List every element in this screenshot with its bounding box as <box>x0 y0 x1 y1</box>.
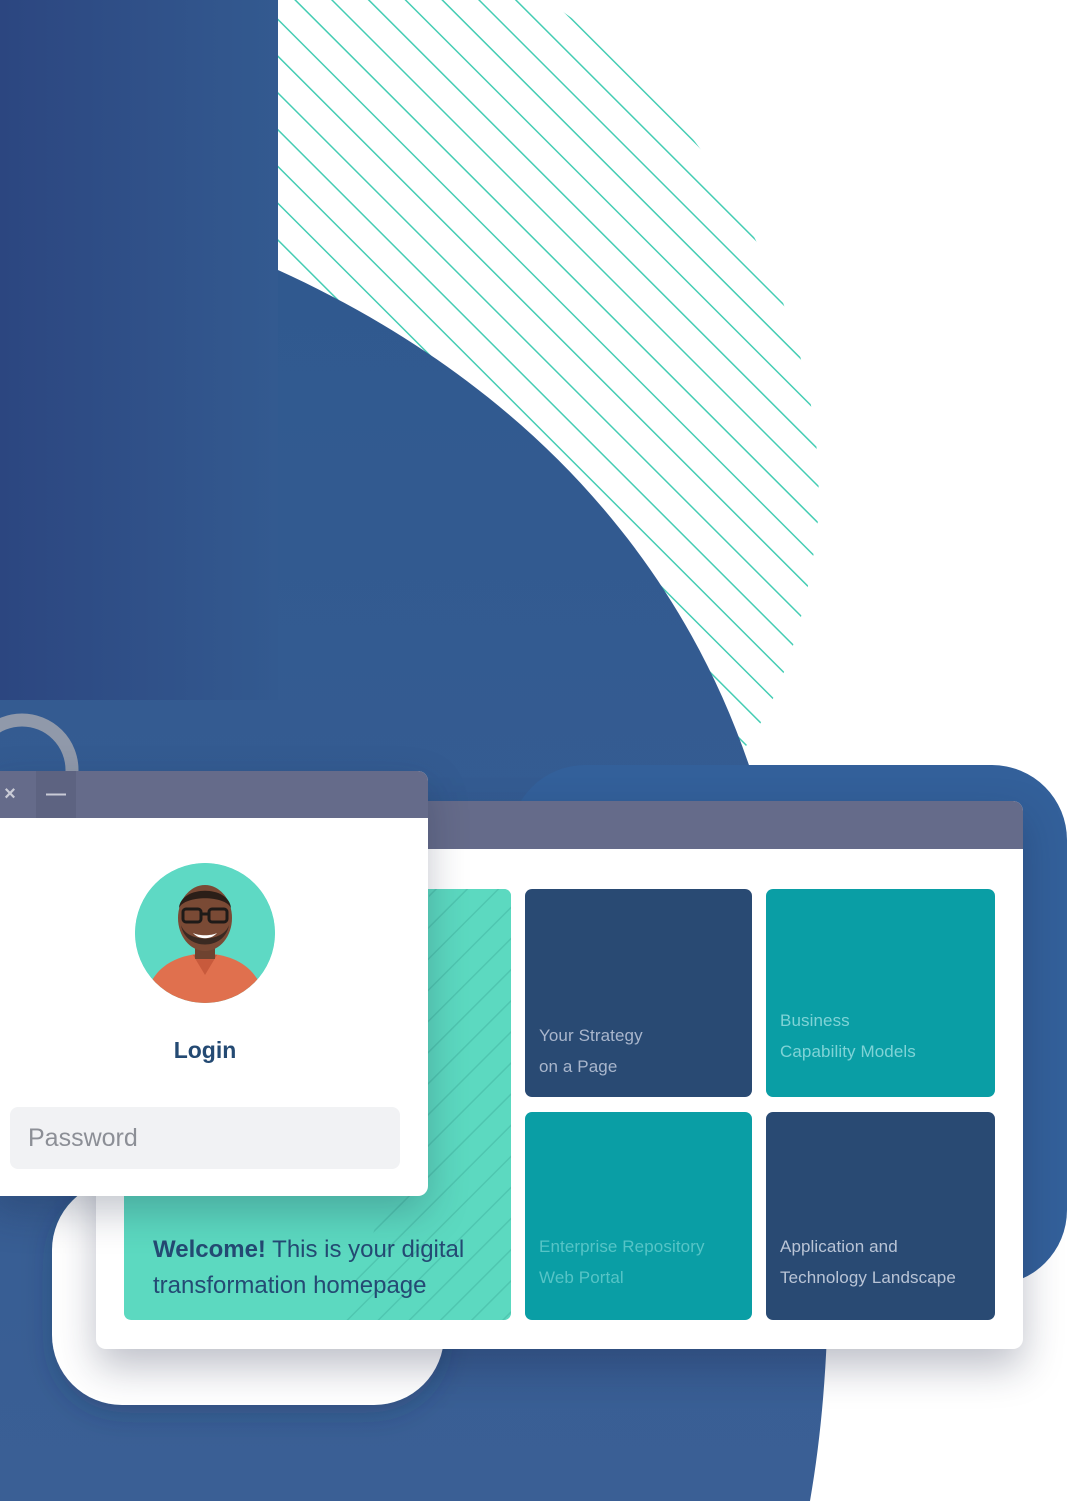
password-input[interactable] <box>10 1107 400 1169</box>
tile-application-line2: Technology Landscape <box>780 1268 956 1287</box>
login-title: Login <box>173 1037 237 1063</box>
welcome-line2: transformation homepage <box>153 1272 427 1299</box>
tile-strategy-on-a-page[interactable]: Your Strategy on a Page <box>525 889 752 1097</box>
tile-strategy-line2: on a Page <box>539 1057 618 1076</box>
login-window: × — Login <box>0 771 428 1196</box>
tile-enterprise-line1: Enterprise Repository <box>539 1237 705 1256</box>
tile-business-capability-models[interactable]: Business Capability Models <box>766 889 995 1097</box>
close-icon[interactable]: × <box>0 771 30 818</box>
tile-strategy-line1: Your Strategy <box>539 1026 643 1045</box>
tile-enterprise-line2: Web Portal <box>539 1268 624 1287</box>
tile-enterprise-repository[interactable]: Enterprise Repository Web Portal <box>525 1112 752 1320</box>
login-titlebar: × — <box>0 771 428 818</box>
tile-business-line2: Capability Models <box>780 1042 916 1061</box>
tile-application-line1: Application and <box>780 1237 898 1256</box>
tile-application-landscape[interactable]: Application and Technology Landscape <box>766 1112 995 1320</box>
welcome-message: Welcome! This is your digital transforma… <box>153 1232 493 1304</box>
welcome-line1: This is your digital <box>265 1236 465 1263</box>
avatar-illustration <box>135 863 275 1003</box>
user-avatar <box>135 863 275 1003</box>
tile-business-line1: Business <box>780 1011 850 1030</box>
welcome-bold: Welcome! <box>153 1236 266 1263</box>
minimize-icon[interactable]: — <box>36 771 76 818</box>
